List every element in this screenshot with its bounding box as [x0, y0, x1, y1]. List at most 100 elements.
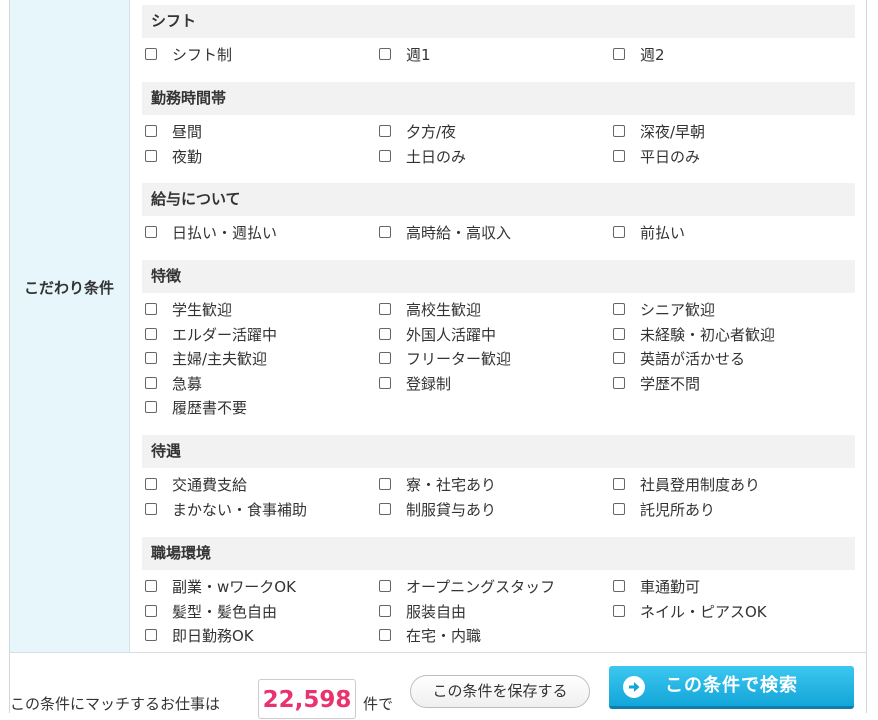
match-count-suffix: 件で	[363, 695, 394, 713]
checkbox-unchecked-icon[interactable]	[145, 478, 157, 490]
condition-option-label: 副業・wワークOK	[172, 578, 296, 596]
checkbox-unchecked-icon[interactable]	[145, 401, 157, 413]
condition-section: シフトシフト制 週1 週2	[142, 5, 855, 69]
condition-option-label: 夜勤	[172, 147, 203, 166]
checkbox-unchecked-icon[interactable]	[379, 303, 391, 315]
checkbox-unchecked-icon[interactable]	[379, 629, 391, 641]
condition-option-label: エルダー活躍中	[172, 325, 278, 344]
checkbox-unchecked-icon[interactable]	[145, 352, 157, 364]
condition-option-label: 履歴書不要	[172, 399, 248, 417]
section-title: 給与について	[142, 183, 855, 216]
checkbox-unchecked-icon[interactable]	[379, 125, 391, 137]
checkbox-unchecked-icon[interactable]	[379, 226, 391, 238]
checkbox-unchecked-icon[interactable]	[379, 352, 391, 364]
condition-option-label: フリーター歓迎	[406, 350, 512, 368]
condition-option-label: 寮・社宅あり	[406, 476, 497, 494]
checkbox-unchecked-icon[interactable]	[613, 376, 625, 389]
checkbox-unchecked-icon[interactable]	[613, 48, 625, 60]
checkbox-unchecked-icon[interactable]	[379, 327, 391, 340]
section-title: 待遇	[142, 435, 855, 468]
match-count-label: この条件にマッチするお仕事は	[10, 695, 221, 713]
condition-option-label: 夕方/夜	[406, 123, 457, 141]
condition-option-label: 土日のみ	[406, 147, 467, 166]
option-grid: 交通費支給 寮・社宅あり 社員登用制度ありまかない・食事補助 制服貸与あり 託児所あり	[142, 474, 855, 523]
checkbox-unchecked-icon[interactable]	[379, 604, 391, 617]
condition-section: 勤務時間帯昼間 夕方/夜 深夜/早朝夜勤 土日のみ 平日のみ	[142, 82, 855, 170]
checkbox-unchecked-icon[interactable]	[613, 604, 625, 617]
side-label: こだわり条件	[23, 279, 114, 297]
condition-option-label: 社員登用制度あり	[640, 476, 761, 494]
option-grid: 昼間 夕方/夜 深夜/早朝夜勤 土日のみ 平日のみ	[142, 121, 855, 170]
condition-section: 職場環境 副業・wワークOK オープニングスタッフ 車通勤可 髪型・髪色自由 服装自由 ネイ…	[142, 537, 855, 650]
match-count: 22,598	[258, 679, 356, 719]
section-title: 勤務時間帯	[142, 82, 855, 115]
condition-option-label: 深夜/早朝	[640, 123, 706, 141]
condition-option-label: 英語が活かせる	[640, 350, 746, 368]
condition-option-label: 髪型・髪色自由	[172, 602, 278, 621]
condition-option-label: シニア歓迎	[640, 301, 716, 319]
save-conditions-button[interactable]: この条件を保存する	[410, 675, 590, 708]
checkbox-unchecked-icon[interactable]	[145, 327, 157, 340]
checkbox-unchecked-icon[interactable]	[145, 149, 157, 162]
condition-option-label: 制服貸与あり	[406, 500, 497, 519]
arrow-right-circle-icon	[623, 676, 645, 698]
condition-option-label: シフト制	[172, 46, 233, 64]
checkbox-unchecked-icon[interactable]	[145, 604, 157, 617]
condition-option-label: 週2	[640, 46, 665, 64]
condition-option-label: ネイル・ピアスOK	[640, 602, 767, 621]
checkbox-unchecked-icon[interactable]	[613, 125, 625, 137]
checkbox-unchecked-icon[interactable]	[145, 376, 157, 389]
condition-option-label: まかない・食事補助	[172, 500, 308, 519]
condition-option-label: 交通費支給	[172, 476, 248, 494]
option-grid: 日払い・週払い 高時給・高収入 前払い	[142, 222, 855, 247]
condition-option-label: 託児所あり	[640, 500, 716, 519]
condition-option-label: 高時給・高収入	[406, 224, 512, 242]
condition-option-label: 学生歓迎	[172, 301, 233, 319]
checkbox-unchecked-icon[interactable]	[613, 226, 625, 238]
condition-option-label: 車通勤可	[640, 578, 701, 596]
condition-option-label: 高校生歓迎	[406, 301, 482, 319]
condition-section: 待遇交通費支給 寮・社宅あり 社員登用制度ありまかない・食事補助 制服貸与あり 託児所あ…	[142, 435, 855, 523]
option-grid: 学生歓迎 高校生歓迎 シニア歓迎 エルダー活躍中 外国人活躍中 未経験・初心者歓迎 主婦/主…	[142, 299, 855, 422]
checkbox-unchecked-icon[interactable]	[145, 303, 157, 315]
condition-option-label: 即日勤務OK	[172, 627, 254, 645]
checkbox-unchecked-icon[interactable]	[145, 226, 157, 238]
option-grid: シフト制 週1 週2	[142, 44, 855, 69]
checkbox-unchecked-icon[interactable]	[613, 478, 625, 490]
condition-option-label: 昼間	[172, 123, 203, 141]
condition-option-label: 登録制	[406, 374, 452, 393]
condition-section: 給与について 日払い・週払い 高時給・高収入 前払い	[142, 183, 855, 247]
checkbox-unchecked-icon[interactable]	[379, 149, 391, 162]
condition-option-label: 服装自由	[406, 602, 467, 621]
checkbox-unchecked-icon[interactable]	[379, 376, 391, 389]
option-grid: 副業・wワークOK オープニングスタッフ 車通勤可髪型・髪色自由 服装自由 ネイル・ピア…	[142, 576, 855, 650]
condition-option-label: オープニングスタッフ	[406, 578, 556, 596]
section-title: 特徴	[142, 260, 855, 293]
checkbox-unchecked-icon[interactable]	[613, 149, 625, 162]
checkbox-unchecked-icon[interactable]	[613, 303, 625, 315]
checkbox-unchecked-icon[interactable]	[613, 502, 625, 515]
section-title: シフト	[142, 5, 855, 38]
checkbox-unchecked-icon[interactable]	[145, 580, 157, 592]
condition-option-label: 在宅・内職	[406, 627, 482, 645]
condition-section: 特徴 学生歓迎 高校生歓迎 シニア歓迎 エルダー活躍中 外国人活躍中 未経験・初心者歓迎 主婦…	[142, 260, 855, 422]
checkbox-unchecked-icon[interactable]	[145, 629, 157, 641]
panel-right-border	[866, 0, 867, 713]
checkbox-unchecked-icon[interactable]	[613, 352, 625, 364]
checkbox-unchecked-icon[interactable]	[145, 48, 157, 60]
condition-option-label: 日払い・週払い	[172, 224, 278, 242]
checkbox-unchecked-icon[interactable]	[379, 502, 391, 515]
condition-option-label: 学歴不問	[640, 374, 701, 393]
checkbox-unchecked-icon[interactable]	[613, 580, 625, 592]
condition-option-label: 主婦/主夫歓迎	[172, 350, 268, 368]
checkbox-unchecked-icon[interactable]	[613, 327, 625, 340]
checkbox-unchecked-icon[interactable]	[145, 125, 157, 137]
checkbox-unchecked-icon[interactable]	[379, 48, 391, 60]
checkbox-unchecked-icon[interactable]	[379, 580, 391, 592]
side-label-column: こだわり条件	[10, 0, 130, 652]
search-button-label: この条件で検索	[665, 675, 798, 696]
checkbox-unchecked-icon[interactable]	[145, 502, 157, 515]
search-button[interactable]: この条件で検索	[609, 666, 854, 709]
condition-option-label: 平日のみ	[640, 147, 701, 166]
checkbox-unchecked-icon[interactable]	[379, 478, 391, 490]
